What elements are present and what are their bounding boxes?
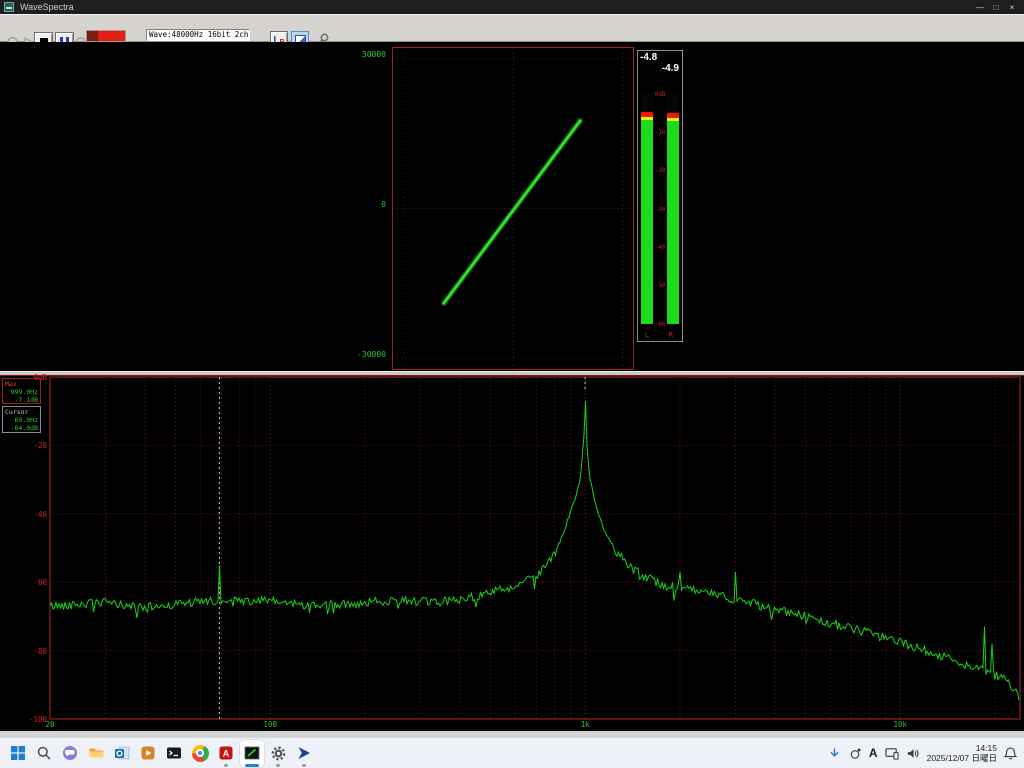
cursor-level-value: -64.0dB [5,424,38,432]
spectrum-x-axis-label: 10k [893,720,907,729]
spectrum-y-axis-label: -20 [0,441,47,450]
taskbar-media-player[interactable] [136,740,160,767]
blue-app-icon [296,745,312,761]
clock-time: 14:15 [927,743,997,753]
volume-icon[interactable] [906,746,921,761]
meter-channel-left-label: L [645,331,649,339]
meter-scale-label: -20 [653,167,667,174]
notification-bell-icon[interactable] [1003,746,1018,761]
media-player-icon [140,745,156,761]
system-tray: A 14:15 2025/12/07 日曜日 [827,743,1018,763]
wave-info-field: Wave:48000Hz 16bit 2ch [146,29,250,41]
spectrum-y-axis-label: -40 [0,510,47,519]
tray-device-icon[interactable] [848,746,863,761]
title-bar: WaveSpectra — □ × [0,0,1024,14]
active-app-indicator [245,764,259,767]
spectrum-panel: Max 999.0Hz -7.1dB Cursor 69.0Hz -64.0dB… [0,375,1024,731]
windows-logo-icon [10,745,26,761]
running-indicator [224,764,228,767]
spectrum-y-axis-label: -60 [0,578,47,587]
ime-indicator[interactable]: A [869,746,878,760]
max-freq-value: 999.0Hz [5,388,38,396]
terminal-icon [166,745,182,761]
meter-readout-left: -4.8 [640,52,657,63]
app-icon [4,2,14,12]
max-level-value: -7.1dB [5,396,38,404]
search-icon [36,745,52,761]
scope-axis-labels: 30000 0 -30000 [336,42,388,375]
maximize-button[interactable]: □ [988,1,1004,14]
meter-scale-label: -30 [653,206,667,213]
lissajous-plot [393,48,633,369]
scope-ymax-label: 30000 [362,50,386,59]
meter-bar-left-fill [641,112,653,324]
running-indicator [302,764,306,767]
meter-bar-right-fill [667,113,679,324]
spectrum-y-axis-label: -100 [0,715,47,724]
cursor-label: Cursor [5,408,38,416]
taskbar-wavespectra[interactable] [240,740,264,767]
meter-scale: 0dB-10-20-30-40-50-60 [653,94,667,324]
chat-icon [62,745,78,761]
meter-scale-label: -40 [653,244,667,251]
running-indicator [276,764,280,767]
taskbar-blue-app[interactable] [292,740,316,767]
spectrum-y-axis-label: 0dB [0,373,47,382]
taskbar-apps: A [6,740,316,767]
close-button[interactable]: × [1004,1,1020,14]
meter-bar-left [641,94,653,324]
scope-panel: 30000 0 -30000 -4.8 -4.9 0dB -10 -20 -30 -40… [0,42,1024,375]
scope-ymin-label: -30000 [357,350,386,359]
meter-scale-label: -60 [653,321,667,328]
window-title: WaveSpectra [20,2,74,12]
minimize-button[interactable]: — [972,1,988,14]
spectrum-plot[interactable] [0,376,1024,732]
taskbar-settings[interactable] [266,740,290,767]
toolbar: Wave:48000Hz 16bit 2ch FFT:32768 Rect. f… [0,14,1024,42]
svg-text:A: A [223,749,230,759]
outlook-icon [114,745,130,761]
meter-scale-label: -50 [653,282,667,289]
lissajous-scope[interactable] [392,47,634,370]
network-display-icon[interactable] [884,746,900,761]
meter-scale-label: -10 [653,129,667,136]
taskbar-terminal[interactable] [162,740,186,767]
cursor-info-box: Cursor 69.0Hz -64.0dB [2,406,41,433]
spectrum-y-axis-label: -80 [0,647,47,656]
clock[interactable]: 14:15 2025/12/07 日曜日 [927,743,997,763]
meter-bar-right [667,94,679,324]
scope-yzero-label: 0 [381,200,386,209]
meter-scale-label: 0dB [653,91,667,98]
spectrum-x-axis-label: 20 [45,720,54,729]
start-button[interactable] [6,740,30,767]
cursor-freq-value: 69.0Hz [5,416,38,424]
level-meter-panel: -4.8 -4.9 0dB -10 -20 -30 -40 -50 -60 L R [637,50,683,342]
taskbar-search-button[interactable] [32,740,56,767]
gear-icon [270,745,287,762]
wavespectra-icon [244,745,260,761]
meter-channel-right-label: R [669,331,673,339]
folder-icon [88,745,105,761]
hidden-icons-arrow-icon[interactable] [827,746,842,761]
taskbar-chat-app[interactable] [58,740,82,767]
window-controls: — □ × [972,1,1020,14]
meter-readout-right: -4.9 [662,63,679,74]
record-level-indicator [86,30,126,42]
acrobat-icon: A [218,745,234,761]
taskbar-chrome[interactable] [188,740,212,767]
chrome-icon [192,745,209,762]
spectrum-x-axis-label: 100 [263,720,277,729]
taskbar-acrobat[interactable]: A [214,740,238,767]
spectrum-x-axis-label: 1k [581,720,590,729]
meter-track: 0dB-10-20-30-40-50-60 [639,94,681,324]
clock-date: 2025/12/07 日曜日 [927,753,997,763]
taskbar: A [0,737,1024,768]
screen: WaveSpectra — □ × [0,0,1024,768]
taskbar-file-explorer[interactable] [84,740,108,767]
taskbar-outlook[interactable] [110,740,134,767]
